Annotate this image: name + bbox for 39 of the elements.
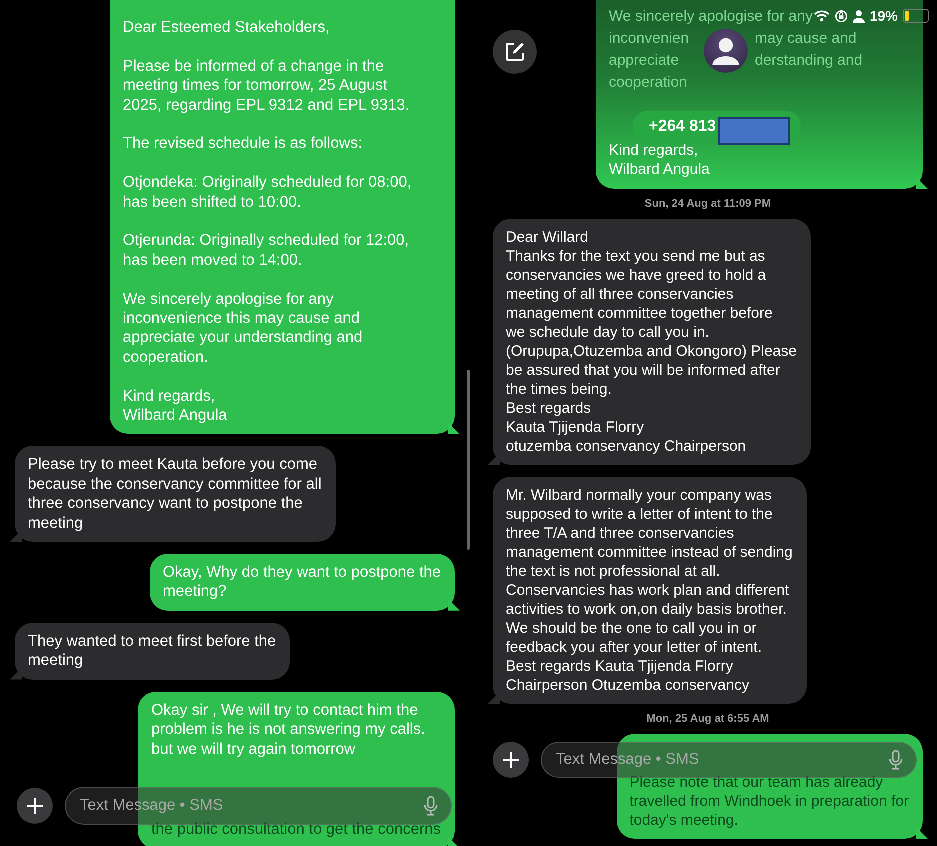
bubble-tail (916, 177, 928, 189)
message-text: Kind regards, Wilbard Angula (123, 386, 228, 426)
message-text: The revised schedule is as follows: (123, 134, 364, 154)
add-attachment-button[interactable] (17, 788, 53, 824)
microphone-icon[interactable] (889, 750, 903, 770)
wifi-icon (814, 10, 830, 22)
bubble-tail (448, 422, 460, 434)
message-text: Dear Willard Thanks for the text you send me but as conservancies we have greed to hold a meeting of all three conservancies management committee together before we schedule day to call you in. (Orupupa,Otuzemba and Okongoro) Please be assured that you will be informed after the times being. Best regards Kauta Tjijenda Florry otuzemba conservancy Chairperson (506, 228, 797, 456)
message-text-fragment: We sincerely apologise for any (609, 7, 813, 27)
add-attachment-button[interactable] (493, 742, 529, 778)
message-text: We sincerely apologise for any inconvenience this may cause and appreciate your understanding and cooperation. (123, 290, 364, 368)
message-text-fragment: inconvenien (609, 29, 690, 49)
message-text: Please be informed of a change in the meeting times for tomorrow, 25 August 2025, regarding EPL 9312 and EPL 9313. (123, 56, 411, 116)
phone-number: +264 813 (649, 116, 716, 136)
plus-icon (502, 751, 520, 769)
message-text: Otjerunda: Originally scheduled for 12:00, has been moved to 14:00. (123, 231, 410, 270)
contact-avatar[interactable] (704, 29, 748, 73)
person-icon (852, 10, 865, 22)
plus-icon (26, 797, 44, 815)
microphone-icon[interactable] (424, 796, 438, 816)
message-text: Okay sir , We will try to contact him the problem is he is not answering my calls. but we will try again tomorrow (151, 700, 426, 759)
timestamp: Sun, 24 Aug at 11:09 PM (644, 198, 772, 210)
message-text: Dear Esteemed Stakeholders, (123, 18, 331, 38)
compose-icon (504, 41, 526, 63)
message-text-fragment: cooperation (609, 73, 688, 93)
message-text: Please try to meet Kauta before you come because the conservancy committee for all three conservancy want to postpone the meeting (28, 455, 322, 534)
bubble-tail (916, 827, 928, 839)
message-text: Mr. Wilbard normally your company was supposed to write a letter of intent to the three T/A and three conservancies management committee instead of sending the text is not professional at all. Conservancies has work plan and different activities to work on,on daily basis brother. We should be the one to call you in or feedback you after your letter of intent. Best regards Kauta Tjijenda Florry Chairperson Otuzemba conservancy (506, 486, 793, 695)
compose-button[interactable] (493, 30, 537, 74)
rotation-lock-icon (834, 10, 848, 22)
message-text-fragment: appreciate (609, 51, 680, 71)
timestamp: Mon, 25 Aug at 6:55 AM (646, 713, 770, 725)
message-text-fragment: may cause and (755, 29, 857, 49)
message-text: They wanted to meet first before the meeting (28, 632, 276, 671)
message-text: Otjondeka: Originally scheduled for 08:00, has been shifted to 10:00. (123, 173, 413, 212)
battery-percentage: 19% (870, 8, 898, 24)
message-text: Kind regards, Wilbard Angula (609, 141, 711, 179)
message-text: Okay, Why do they want to postpone the meeting? (162, 563, 441, 602)
message-text-fragment: derstanding and (755, 51, 863, 71)
